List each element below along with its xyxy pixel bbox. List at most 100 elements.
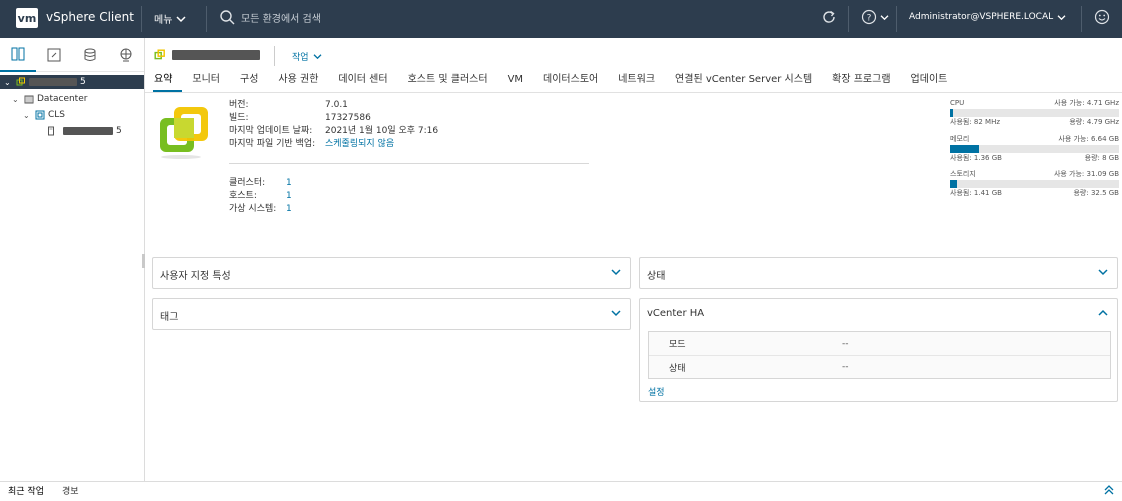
meter-bar: [950, 180, 1119, 188]
hosts-count-link[interactable]: 1: [286, 190, 292, 203]
tree-item-cluster[interactable]: ⌄ CLS: [23, 108, 65, 122]
info-row: 빌드: 17327586: [229, 112, 438, 125]
object-tabs: 요약 모니터 구성 사용 권한 데이터 센터 호스트 및 클러스터 VM 데이터…: [153, 72, 957, 92]
tree-item-vcenter[interactable]: ⌄ 5: [0, 75, 144, 89]
count-label: 호스트:: [229, 191, 257, 201]
chevron-down-icon: [880, 14, 889, 20]
tab-hosts-clusters[interactable]: 호스트 및 클러스터: [398, 72, 498, 92]
search-input[interactable]: 모든 환경에서 검색: [241, 10, 321, 25]
double-chevron-up-icon[interactable]: [1104, 485, 1114, 495]
tab-permissions[interactable]: 사용 권한: [268, 72, 328, 92]
meter-fill: [950, 109, 953, 117]
redacted-name: [63, 127, 113, 135]
tab-networks[interactable]: 네트워크: [608, 72, 665, 92]
backup-schedule-link[interactable]: 스케줄링되지 않음: [325, 138, 394, 151]
tab-updates[interactable]: 업데이트: [901, 72, 958, 92]
info-row: 마지막 파일 기반 백업: 스케줄링되지 않음: [229, 138, 438, 151]
chevron-down-icon[interactable]: [1098, 268, 1108, 276]
tab-linked-vcenter[interactable]: 연결된 vCenter Server 시스템: [665, 72, 822, 92]
vms-count-link[interactable]: 1: [286, 203, 292, 216]
bottom-task-bar: 최근 작업 경보: [0, 481, 1122, 501]
app-title[interactable]: vSphere Client: [46, 10, 134, 24]
smiley-icon[interactable]: [1094, 9, 1110, 29]
vcenter-logo-icon: [157, 104, 211, 160]
vcenter-info: 버전: 7.0.1 빌드: 17327586 마지막 업데이트 날짜: 2021…: [229, 99, 438, 151]
tags-card[interactable]: 태그: [152, 298, 631, 330]
actions-label: 작업: [292, 53, 309, 63]
vcenter-ha-card: vCenter HA 모드 -- 상태 -- 설정: [639, 298, 1118, 402]
tab-alarms[interactable]: 경보: [54, 483, 89, 501]
meter-fill: [950, 180, 958, 188]
header-divider: [141, 6, 142, 32]
meter-used: 사용됨: 1.41 GB: [950, 189, 1002, 197]
tree-item-label: 5: [80, 77, 86, 87]
actions-button[interactable]: 작업: [292, 50, 322, 63]
header-divider: [1081, 6, 1082, 32]
chevron-down-icon[interactable]: [611, 309, 621, 317]
tab-recent-tasks[interactable]: 최근 작업: [0, 483, 54, 501]
meter-bar: [950, 145, 1119, 153]
meter-capacity: 용량: 4.79 GHz: [1069, 118, 1119, 126]
ha-value: --: [842, 338, 849, 349]
menu-label: 메뉴: [154, 15, 173, 26]
count-label: 클러스터:: [229, 178, 266, 188]
vms-templates-icon[interactable]: [36, 38, 72, 72]
meter-free: 사용 가능: 6.64 GB: [1058, 135, 1119, 143]
inventory-counts: 클러스터: 1 호스트: 1 가상 시스템: 1: [229, 177, 292, 216]
refresh-icon[interactable]: [821, 9, 837, 29]
tab-configure[interactable]: 구성: [230, 72, 268, 92]
tree-item-label: CLS: [48, 110, 66, 120]
datacenter-icon: [24, 95, 34, 104]
top-header: vm vSphere Client 메뉴 모든 환경에서 검색 ? Admini…: [0, 0, 1122, 38]
vmware-logo[interactable]: vm: [16, 8, 38, 28]
tab-extensions[interactable]: 확장 프로그램: [822, 72, 900, 92]
info-row: 버전: 7.0.1: [229, 99, 438, 112]
tab-summary[interactable]: 요약: [153, 72, 183, 92]
header-divider: [896, 6, 897, 32]
storage-icon[interactable]: [72, 38, 108, 72]
header-divider: [206, 6, 207, 32]
tree-item-datacenter[interactable]: ⌄ Datacenter: [12, 92, 87, 106]
user-menu[interactable]: Administrator@VSPHERE.LOCAL: [909, 12, 1066, 22]
main-content: 작업 요약 모니터 구성 사용 권한 데이터 센터 호스트 및 클러스터 VM …: [145, 38, 1122, 481]
tab-vms[interactable]: VM: [498, 72, 533, 92]
help-menu[interactable]: ?: [861, 9, 889, 25]
info-label: 마지막 업데이트 날짜:: [229, 126, 313, 136]
svg-text:?: ?: [867, 14, 872, 24]
navigator-tabs: [0, 38, 144, 72]
clusters-count-link[interactable]: 1: [286, 177, 292, 190]
hosts-clusters-icon[interactable]: [0, 38, 36, 72]
tree-item-label: Datacenter: [37, 94, 88, 104]
chevron-down-icon[interactable]: ⌄: [23, 111, 32, 120]
help-icon: ?: [861, 9, 877, 25]
meter-name: CPU: [950, 99, 965, 107]
ha-key: 상태: [669, 363, 686, 374]
tree-item-host[interactable]: 5: [46, 124, 122, 138]
chevron-down-icon[interactable]: ⌄: [4, 78, 13, 87]
global-search[interactable]: 모든 환경에서 검색: [220, 10, 321, 25]
tab-monitor[interactable]: 모니터: [182, 72, 230, 92]
ha-settings-link[interactable]: 설정: [648, 385, 665, 398]
menu-button[interactable]: 메뉴: [154, 11, 186, 26]
status-card[interactable]: 상태: [639, 257, 1118, 289]
redacted-name: [29, 78, 77, 86]
chevron-down-icon[interactable]: ⌄: [12, 95, 21, 104]
card-title: vCenter HA: [647, 308, 705, 319]
chevron-down-icon: [1057, 14, 1066, 20]
header-divider: [848, 6, 849, 32]
meter-used: 사용됨: 1.36 GB: [950, 154, 1002, 162]
count-row: 호스트: 1: [229, 190, 292, 203]
tab-datastores[interactable]: 데이터스토어: [533, 72, 608, 92]
cpu-meter: CPU 사용 가능: 4.71 GHz 사용됨: 82 MHz 용량: 4.79 G…: [950, 99, 1119, 127]
info-value: 7.0.1: [325, 100, 348, 110]
tab-datacenters[interactable]: 데이터 센터: [328, 72, 397, 92]
chevron-up-icon[interactable]: [1098, 309, 1108, 317]
page-title: [154, 49, 260, 61]
info-label: 버전:: [229, 100, 249, 110]
networking-icon[interactable]: [108, 38, 144, 72]
custom-attributes-card[interactable]: 사용자 지정 특성: [152, 257, 631, 289]
navigator-panel: ⌄ 5 ⌄ Datacenter ⌄ CLS 5: [0, 38, 145, 481]
chevron-down-icon[interactable]: [611, 268, 621, 276]
info-value: 17327586: [325, 113, 371, 123]
meter-fill: [950, 145, 979, 153]
